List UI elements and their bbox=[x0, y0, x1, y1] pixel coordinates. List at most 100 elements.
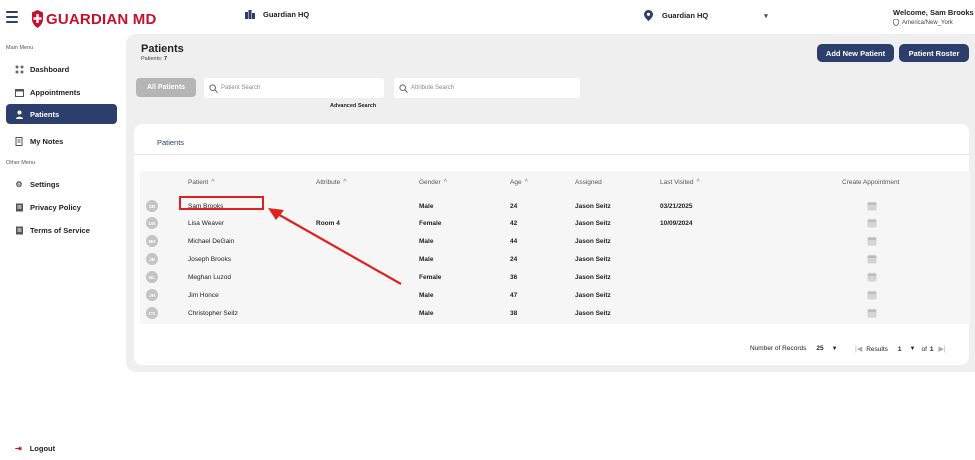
create-appointment-calendar-icon[interactable] bbox=[867, 290, 877, 300]
location-select[interactable]: Guardian HQ ▾ bbox=[644, 10, 768, 21]
welcome-message: Welcome, Sam Brooks bbox=[893, 8, 974, 17]
tab-patients[interactable]: Patients bbox=[145, 138, 196, 155]
sidebar-item-label: Patients bbox=[30, 109, 60, 119]
column-header-label: Assigned bbox=[575, 179, 602, 186]
highlight-box bbox=[179, 196, 264, 210]
create-appointment-calendar-icon[interactable] bbox=[867, 254, 877, 264]
brand-name: GUARDIAN MD bbox=[46, 10, 157, 28]
results-label: Results bbox=[866, 345, 888, 353]
sidebar-item-terms-of-service[interactable]: Terms of Service bbox=[6, 220, 117, 240]
notes-icon bbox=[14, 136, 24, 146]
gender-cell: Male bbox=[419, 310, 434, 317]
location-pin-icon bbox=[644, 10, 653, 21]
advanced-search-link[interactable]: Advanced Search bbox=[330, 103, 376, 109]
column-header-assigned: Assigned bbox=[575, 179, 602, 186]
document-icon bbox=[14, 202, 24, 212]
logo[interactable]: GUARDIAN MD bbox=[31, 8, 157, 30]
age-cell: 42 bbox=[510, 220, 518, 227]
sidebar-item-patients[interactable]: Patients bbox=[6, 104, 117, 124]
column-header-age[interactable]: Age ^ bbox=[510, 179, 528, 186]
patient-count: Patients: 7 bbox=[141, 56, 167, 62]
gear-icon: ⚙ bbox=[15, 179, 23, 189]
search-icon bbox=[399, 83, 408, 93]
chevron-down-icon: ▼ bbox=[831, 345, 838, 352]
patient-count-value: 7 bbox=[163, 56, 167, 62]
patient-name-cell[interactable]: Lisa Weaver bbox=[188, 220, 224, 227]
sidebar-item-privacy-policy[interactable]: Privacy Policy bbox=[6, 197, 117, 217]
assigned-cell: Jason Seitz bbox=[575, 256, 611, 263]
annotation-arrow bbox=[268, 208, 402, 285]
create-appointment-calendar-icon[interactable] bbox=[867, 272, 877, 282]
patient-name-cell[interactable]: Christopher Seitz bbox=[188, 310, 238, 317]
sort-icon: ^ bbox=[343, 179, 347, 186]
location-pin-icon bbox=[893, 19, 899, 26]
records-control: Number of Records 25 ▼ bbox=[750, 345, 838, 352]
gender-cell: Male bbox=[419, 256, 434, 263]
building-icon bbox=[245, 10, 255, 19]
sidebar-item-label: Appointments bbox=[30, 87, 81, 97]
create-appointment-calendar-icon[interactable] bbox=[867, 218, 877, 228]
age-cell: 47 bbox=[510, 292, 518, 299]
column-header-gender[interactable]: Gender ^ bbox=[419, 179, 447, 186]
chevron-down-icon: ▾ bbox=[764, 12, 768, 20]
avatar: JH bbox=[146, 289, 158, 301]
patient-roster-button[interactable]: Patient Roster bbox=[899, 44, 969, 62]
page-select[interactable]: 1 ▼ bbox=[898, 346, 916, 353]
shield-logo-icon bbox=[32, 10, 43, 28]
assigned-cell: Jason Seitz bbox=[575, 238, 611, 245]
age-cell: 44 bbox=[510, 238, 518, 245]
timezone-label: America/New_York bbox=[902, 19, 953, 26]
last-visited-cell: 10/09/2024 bbox=[660, 220, 693, 227]
patient-name-cell[interactable]: Meghan Luzod bbox=[188, 274, 231, 281]
create-appointment-calendar-icon[interactable] bbox=[867, 236, 877, 246]
avatar: SB bbox=[146, 200, 158, 212]
avatar: LW bbox=[146, 217, 158, 229]
column-header-label: Age bbox=[510, 179, 522, 186]
records-per-page-select[interactable]: 25 ▼ bbox=[816, 345, 837, 352]
patient-name-cell[interactable]: Joseph Brooks bbox=[188, 256, 231, 263]
column-header-label: Attribute bbox=[316, 179, 341, 186]
attribute-search-input[interactable]: Attribute Search bbox=[394, 78, 580, 98]
logout-icon: ⇥ bbox=[15, 444, 22, 453]
page-select-value: 1 bbox=[897, 345, 902, 353]
create-appointment-calendar-icon[interactable] bbox=[867, 201, 877, 211]
create-appointment-calendar-icon[interactable] bbox=[867, 308, 877, 318]
patient-search-input[interactable]: Patient Search bbox=[204, 78, 384, 98]
avatar: JB bbox=[146, 253, 158, 265]
column-header-label: Patient bbox=[188, 179, 209, 186]
logout-button[interactable]: ⇥ Logout bbox=[15, 444, 55, 453]
gender-cell: Male bbox=[419, 203, 434, 210]
sidebar-item-settings[interactable]: ⚙ Settings bbox=[6, 174, 117, 194]
calendar-icon bbox=[14, 87, 24, 97]
sidebar-item-label: Privacy Policy bbox=[30, 202, 81, 212]
column-header-attribute[interactable]: Attribute ^ bbox=[316, 179, 347, 186]
last-page-icon[interactable]: ▶| bbox=[939, 345, 946, 353]
sort-icon: ^ bbox=[524, 179, 528, 186]
all-patients-tab[interactable]: All Patients bbox=[136, 78, 196, 97]
first-page-icon[interactable]: |◀ bbox=[855, 345, 862, 353]
hamburger-menu-icon[interactable] bbox=[6, 11, 18, 23]
column-header-label: Gender bbox=[419, 179, 441, 186]
last-visited-cell: 03/21/2025 bbox=[660, 203, 693, 210]
organization-name: Guardian HQ bbox=[263, 10, 310, 19]
sidebar-item-label: My Notes bbox=[30, 136, 64, 146]
patient-name-cell[interactable]: Michael DeGain bbox=[188, 238, 234, 245]
total-pages: 1 bbox=[929, 345, 934, 353]
column-header-last-visited[interactable]: Last Visited ^ bbox=[660, 179, 700, 186]
sidebar-item-my-notes[interactable]: My Notes bbox=[6, 131, 117, 151]
sidebar-item-dashboard[interactable]: Dashboard bbox=[6, 59, 117, 79]
column-header-label: Last Visited bbox=[660, 179, 694, 186]
assigned-cell: Jason Seitz bbox=[575, 203, 611, 210]
patient-count-label: Patients: bbox=[141, 56, 163, 62]
of-label: of bbox=[921, 345, 927, 353]
user-icon bbox=[14, 109, 24, 119]
location-select-value: Guardian HQ bbox=[662, 11, 709, 20]
search-icon bbox=[209, 83, 218, 93]
patient-name-cell[interactable]: Jim Honce bbox=[188, 292, 219, 299]
column-header-patient[interactable]: Patient ^ bbox=[188, 179, 215, 186]
add-new-patient-button[interactable]: Add New Patient bbox=[817, 44, 894, 62]
other-menu-heading: Other Menu bbox=[6, 160, 36, 166]
sidebar-item-appointments[interactable]: Appointments bbox=[6, 82, 117, 102]
sort-icon: ^ bbox=[696, 179, 700, 186]
age-cell: 38 bbox=[510, 310, 518, 317]
